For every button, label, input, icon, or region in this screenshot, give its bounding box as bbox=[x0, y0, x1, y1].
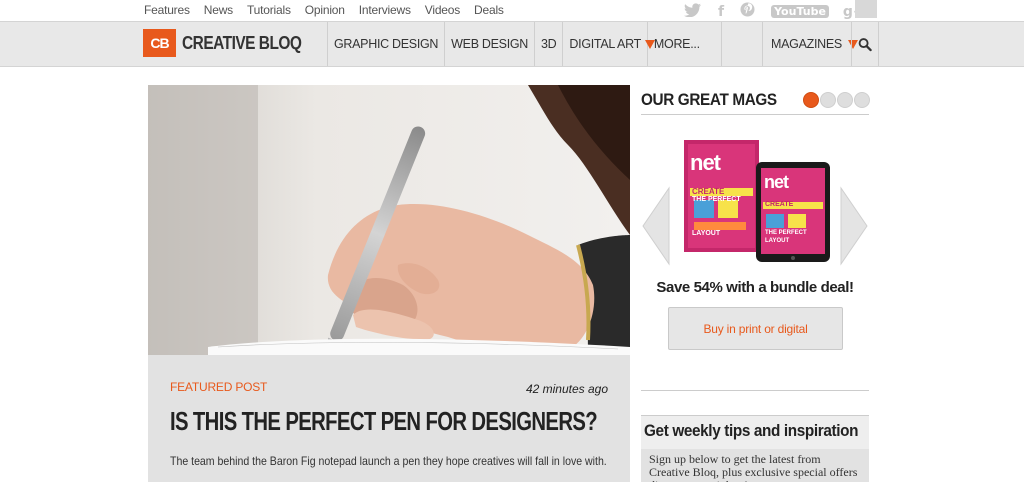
nav-more-label: MORE... bbox=[653, 37, 700, 51]
top-link-deals[interactable]: Deals bbox=[474, 3, 504, 17]
featured-post-card[interactable]: FEATURED POST 42 minutes ago IS THIS THE… bbox=[148, 355, 630, 482]
carousel-pagination bbox=[803, 92, 871, 108]
search-button[interactable] bbox=[851, 22, 879, 66]
pinterest-icon[interactable] bbox=[740, 2, 755, 21]
tablet-cover-line-3: LAYOUT bbox=[765, 238, 790, 244]
carousel-dot-3[interactable] bbox=[837, 92, 853, 108]
future-logo[interactable] bbox=[855, 0, 877, 18]
social-links: f YouTube g+ bbox=[684, 2, 881, 21]
tablet-cover-brand: net bbox=[764, 172, 789, 192]
top-link-opinion[interactable]: Opinion bbox=[305, 3, 345, 17]
sidebar-title: OUR GREAT MAGS bbox=[641, 90, 777, 109]
nav-item-web-design[interactable]: WEB DESIGN bbox=[444, 22, 534, 66]
top-link-interviews[interactable]: Interviews bbox=[359, 3, 411, 17]
carousel-dot-2[interactable] bbox=[820, 92, 836, 108]
bundle-offer-text: Save 54% with a bundle deal! bbox=[656, 279, 854, 296]
top-link-videos[interactable]: Videos bbox=[425, 3, 460, 17]
print-cover-line-1: CREATE bbox=[692, 187, 725, 196]
youtube-icon[interactable]: YouTube bbox=[771, 5, 829, 18]
top-link-features[interactable]: Features bbox=[144, 3, 190, 17]
top-link-news[interactable]: News bbox=[204, 3, 233, 17]
nav-divider-spacer bbox=[720, 22, 751, 66]
top-link-tutorials[interactable]: Tutorials bbox=[247, 3, 291, 17]
carousel-dot-4[interactable] bbox=[854, 92, 870, 108]
nav-item-digital-art[interactable]: DIGITAL ART bbox=[562, 22, 647, 66]
sidebar-divider bbox=[641, 114, 869, 115]
tablet-cover-line-2: THE PERFECT bbox=[765, 230, 807, 236]
main-navigation: CB CREATIVE BLOQ GRAPHIC DESIGN WEB DESI… bbox=[0, 21, 1024, 67]
more-dropdown-icon[interactable] bbox=[645, 40, 655, 49]
featured-post-label[interactable]: FEATURED POST bbox=[170, 380, 267, 394]
hand-writing-with-pen-illustration bbox=[148, 85, 630, 355]
print-cover-brand: net bbox=[690, 150, 721, 175]
nav-item-magazines[interactable]: MAGAZINES bbox=[762, 22, 858, 66]
sidebar-divider-2 bbox=[641, 390, 869, 391]
nav-right: MAGAZINES bbox=[762, 22, 879, 66]
featured-post-excerpt: The team behind the Baron Fig notepad la… bbox=[170, 454, 607, 468]
nav-item-more[interactable]: MORE... bbox=[646, 22, 721, 66]
logo-wordmark: CREATIVE BLOQ bbox=[182, 32, 302, 53]
newsletter-description: Sign up below to get the latest from Cre… bbox=[649, 452, 858, 482]
post-timestamp: 42 minutes ago bbox=[525, 382, 608, 396]
magazine-bundle-image[interactable]: net CREATE THE PERFECT LAYOUT net CREATE… bbox=[684, 138, 834, 273]
twitter-icon[interactable] bbox=[684, 2, 702, 21]
search-icon bbox=[858, 37, 872, 51]
carousel-next-arrow-icon[interactable] bbox=[839, 186, 869, 266]
featured-post-headline[interactable]: IS THIS THE PERFECT PEN FOR DESIGNERS? bbox=[170, 406, 598, 437]
nav-menu: GRAPHIC DESIGN WEB DESIGN 3D DIGITAL ART… bbox=[327, 22, 751, 66]
nav-item-3d[interactable]: 3D bbox=[534, 22, 562, 66]
nav-magazines-label: MAGAZINES bbox=[771, 37, 842, 51]
newsletter-description-box: Sign up below to get the latest from Cre… bbox=[641, 449, 869, 482]
logo-badge: CB bbox=[143, 29, 176, 57]
site-logo[interactable]: CB CREATIVE BLOQ bbox=[143, 29, 321, 57]
carousel-prev-arrow-icon[interactable] bbox=[641, 186, 671, 266]
tablet-cover-line-1: CREATE bbox=[765, 201, 794, 208]
newsletter-signup-box: Get weekly tips and inspiration Sign up … bbox=[641, 416, 869, 482]
newsletter-title: Get weekly tips and inspiration bbox=[644, 421, 859, 440]
carousel-dot-1[interactable] bbox=[803, 92, 819, 108]
print-cover-line-2: THE PERFECT bbox=[692, 196, 741, 203]
top-links: Features News Tutorials Opinion Intervie… bbox=[144, 3, 518, 17]
top-utility-bar: Features News Tutorials Opinion Intervie… bbox=[0, 0, 1024, 21]
buy-print-digital-button[interactable]: Buy in print or digital bbox=[668, 307, 843, 350]
featured-post-image[interactable] bbox=[148, 85, 630, 355]
facebook-icon[interactable]: f bbox=[718, 4, 724, 20]
print-cover-line-3: LAYOUT bbox=[692, 230, 721, 237]
nav-item-graphic-design[interactable]: GRAPHIC DESIGN bbox=[327, 22, 444, 66]
